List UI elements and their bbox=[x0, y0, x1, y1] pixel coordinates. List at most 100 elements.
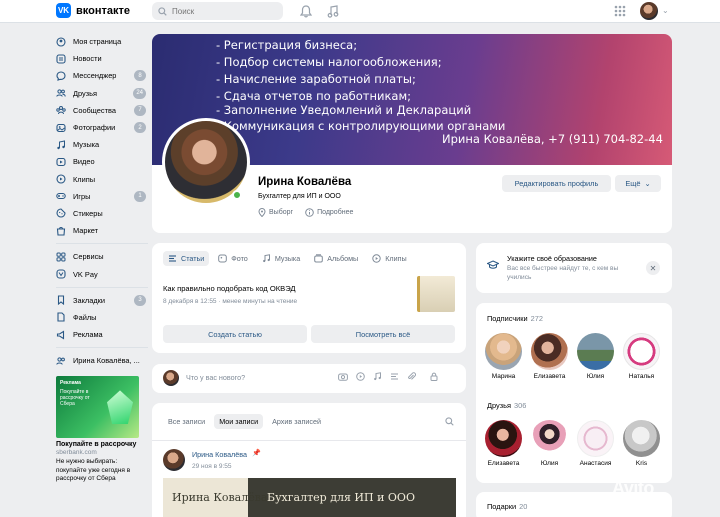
more-button[interactable]: Ещё ⌄ bbox=[615, 175, 661, 192]
vk-logo[interactable]: VK вконтакте bbox=[56, 3, 130, 18]
sticker-icon bbox=[56, 208, 66, 219]
count-badge: 3 bbox=[134, 294, 146, 306]
pin-icon: 📌 bbox=[252, 450, 261, 457]
user-avatar-menu[interactable] bbox=[640, 2, 658, 20]
sidebar-item-friends[interactable]: Друзья 24 bbox=[56, 85, 148, 102]
count-badge: 8 bbox=[134, 70, 146, 82]
apps-grid-icon[interactable] bbox=[613, 4, 627, 18]
list-item[interactable]: Елизавета bbox=[484, 420, 523, 467]
article-title[interactable]: Как правильно подобрать код ОКВЭД bbox=[163, 284, 296, 293]
tab-my-posts[interactable]: Мои записи bbox=[214, 414, 264, 429]
file-icon bbox=[56, 312, 66, 322]
friends-header[interactable]: Друзья 306 bbox=[487, 401, 526, 410]
tab-clips[interactable]: Клипы bbox=[367, 251, 411, 266]
create-article-button[interactable]: Создать статью bbox=[163, 325, 307, 343]
top-bar: VK вконтакте ⌄ bbox=[0, 0, 720, 23]
avatar[interactable] bbox=[163, 449, 185, 471]
tab-archive[interactable]: Архив записей bbox=[267, 414, 326, 429]
list-item[interactable]: Юлия bbox=[576, 333, 615, 380]
person-name: Елизавета bbox=[487, 460, 520, 467]
tab-all-posts[interactable]: Все записи bbox=[163, 414, 210, 429]
avatar bbox=[485, 420, 522, 457]
music-note-icon[interactable] bbox=[326, 4, 340, 18]
list-item[interactable]: Наталья bbox=[622, 333, 661, 380]
new-post-box[interactable]: Что у вас нового? bbox=[152, 364, 466, 393]
sidebar-item-video[interactable]: Видео bbox=[56, 153, 148, 170]
sidebar-item-files[interactable]: Файлы bbox=[56, 309, 148, 326]
music-icon bbox=[56, 140, 66, 150]
edit-profile-button[interactable]: Редактировать профиль bbox=[502, 175, 611, 192]
search-input[interactable] bbox=[172, 6, 272, 16]
profile-details-link[interactable]: Подробнее bbox=[305, 208, 353, 217]
subscribers-header[interactable]: Подписчики 272 bbox=[487, 314, 543, 323]
music-icon[interactable] bbox=[373, 372, 382, 383]
ad-title[interactable]: Покупайте в рассрочку bbox=[56, 441, 148, 448]
chat-bubble-icon bbox=[56, 71, 66, 81]
sidebar-item-ads[interactable]: Реклама bbox=[56, 326, 148, 343]
post-attach-icons bbox=[338, 372, 438, 383]
wall-tabs: Все записи Мои записи Архив записей bbox=[163, 414, 326, 429]
chevron-down-icon[interactable]: ⌄ bbox=[662, 6, 669, 15]
post-date[interactable]: 29 ноя в 9:55 bbox=[192, 463, 231, 470]
vk-pay-icon bbox=[56, 269, 66, 279]
sidebar-item-bookmarks[interactable]: Закладки 3 bbox=[56, 292, 148, 309]
bell-icon[interactable] bbox=[299, 4, 313, 18]
view-all-button[interactable]: Посмотреть всё bbox=[311, 325, 455, 343]
clip-play-icon[interactable] bbox=[356, 372, 365, 383]
article-icon[interactable] bbox=[390, 372, 399, 383]
sidebar-item-communities[interactable]: Сообщества 7 bbox=[56, 102, 148, 119]
search-icon[interactable] bbox=[445, 417, 454, 428]
person-name: Наталья bbox=[628, 373, 655, 380]
lock-icon[interactable] bbox=[430, 372, 438, 383]
clip-icon[interactable] bbox=[407, 372, 416, 383]
profile-location[interactable]: Выборг bbox=[258, 208, 293, 217]
article-thumbnail[interactable] bbox=[417, 276, 455, 312]
sidebar-item-group[interactable]: Ирина Ковалёва, ... bbox=[56, 352, 148, 369]
list-item[interactable]: Юлия bbox=[530, 420, 569, 467]
list-item[interactable]: Марина bbox=[484, 333, 523, 380]
avito-watermark: Avito bbox=[612, 478, 654, 498]
gifts-header[interactable]: Подарки 20 bbox=[487, 502, 527, 511]
online-status-indicator bbox=[232, 190, 242, 200]
education-description: Вас все быстрее найдут те, с кем вы учил… bbox=[507, 265, 619, 281]
sidebar-item-news[interactable]: Новости bbox=[56, 50, 148, 67]
person-name: Анастасия bbox=[579, 460, 612, 467]
sidebar-item-vk-pay[interactable]: VK Pay bbox=[56, 265, 148, 282]
sidebar-item-market[interactable]: Маркет bbox=[56, 222, 148, 239]
tab-label: Музыка bbox=[274, 254, 301, 263]
person-name: Юлия bbox=[540, 460, 559, 467]
friends-count: 306 bbox=[513, 401, 527, 410]
sidebar-item-music[interactable]: Музыка bbox=[56, 136, 148, 153]
tab-label: Статьи bbox=[181, 254, 205, 263]
list-item[interactable]: Елизавета bbox=[530, 333, 569, 380]
sidebar-item-stickers[interactable]: Стикеры bbox=[56, 205, 148, 222]
search-box[interactable] bbox=[152, 2, 283, 20]
ad-image-text: Покупайте в рассрочку от Сбера bbox=[60, 389, 90, 408]
count-badge: 2 bbox=[134, 122, 146, 134]
post-author[interactable]: Ирина Ковалёва bbox=[192, 450, 247, 459]
list-item[interactable]: Kris bbox=[622, 420, 661, 467]
sidebar-item-messenger[interactable]: Мессенджер 8 bbox=[56, 67, 148, 84]
sidebar-item-my-page[interactable]: Моя страница bbox=[56, 33, 148, 50]
list-item[interactable]: Анастасия bbox=[576, 420, 615, 467]
sidebar-item-clips[interactable]: Клипы bbox=[56, 171, 148, 188]
tab-photos[interactable]: Фото bbox=[213, 251, 253, 266]
clips-icon bbox=[372, 254, 381, 263]
ad-gem-graphic bbox=[107, 390, 133, 425]
cover-line: - Сдача отчетов по работникам; bbox=[216, 89, 412, 103]
post-image[interactable]: Ирина Ковалёва Бухгалтер для ИП и ООО bbox=[163, 478, 456, 517]
sidebar-item-photos[interactable]: Фотографии 2 bbox=[56, 119, 148, 136]
education-title[interactable]: Укажите своё образование bbox=[507, 254, 597, 263]
sidebar-item-services[interactable]: Сервисы bbox=[56, 248, 148, 265]
tab-albums[interactable]: Альбомы bbox=[309, 251, 363, 266]
sidebar-item-label: Сообщества bbox=[73, 105, 116, 115]
sidebar-item-games[interactable]: Игры 1 bbox=[56, 188, 148, 205]
graduation-cap-icon bbox=[486, 260, 500, 273]
tab-articles[interactable]: Статьи bbox=[163, 251, 210, 266]
sidebar-ad[interactable]: Реклама Покупайте в рассрочку от Сбера П… bbox=[56, 376, 148, 483]
camera-icon[interactable] bbox=[338, 372, 348, 383]
ad-image[interactable]: Реклама Покупайте в рассрочку от Сбера bbox=[56, 376, 139, 439]
new-post-input[interactable]: Что у вас нового? bbox=[186, 373, 245, 382]
close-icon[interactable]: ✕ bbox=[646, 261, 660, 275]
tab-music[interactable]: Музыка bbox=[257, 251, 305, 266]
